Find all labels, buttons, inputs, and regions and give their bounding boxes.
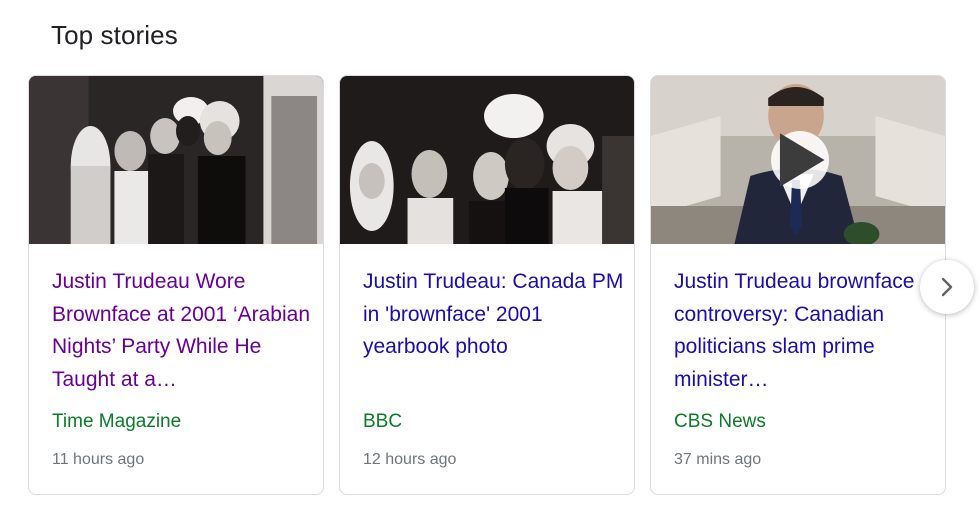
- story-title[interactable]: Justin Trudeau Wore Brownface at 2001 ‘A…: [52, 266, 314, 396]
- story-title[interactable]: Justin Trudeau brownface controversy: Ca…: [674, 266, 936, 396]
- story-thumbnail[interactable]: [340, 76, 634, 244]
- story-video-thumbnail[interactable]: [651, 76, 945, 244]
- story-time: 11 hours ago: [52, 451, 145, 468]
- section-heading: Top stories: [51, 20, 178, 50]
- story-source: CBS News: [674, 411, 766, 432]
- story-card[interactable]: Justin Trudeau: Canada PM in 'brownface'…: [339, 75, 635, 495]
- chevron-right-icon: [941, 277, 953, 297]
- story-time: 37 mins ago: [674, 451, 762, 468]
- story-source: BBC: [363, 411, 403, 432]
- story-thumbnail[interactable]: [29, 76, 323, 244]
- play-icon: [779, 133, 825, 187]
- play-button[interactable]: [771, 131, 829, 189]
- story-time: 12 hours ago: [363, 451, 457, 468]
- story-card[interactable]: Justin Trudeau Wore Brownface at 2001 ‘A…: [28, 75, 324, 495]
- story-card[interactable]: Justin Trudeau brownface controversy: Ca…: [650, 75, 946, 495]
- next-stories-button[interactable]: [920, 260, 974, 314]
- story-source: Time Magazine: [52, 411, 182, 432]
- story-title[interactable]: Justin Trudeau: Canada PM in 'brownface'…: [363, 266, 625, 364]
